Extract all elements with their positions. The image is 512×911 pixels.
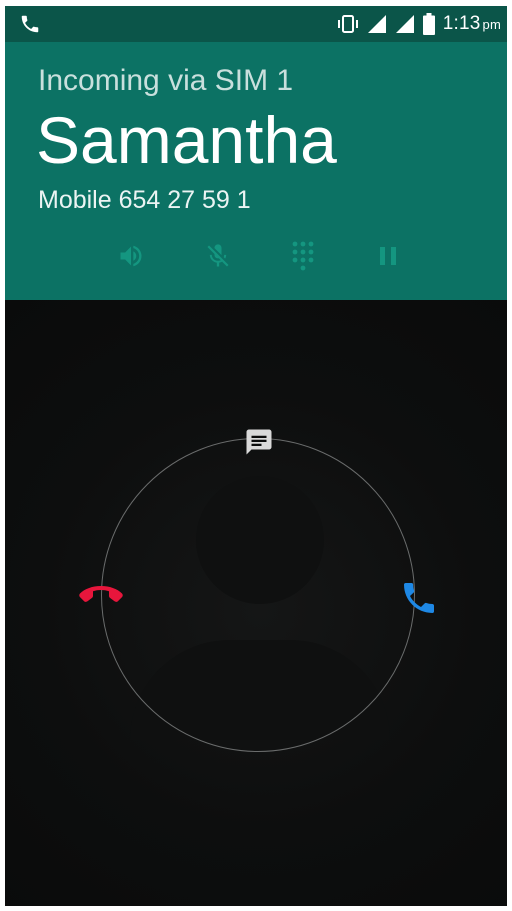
- incoming-label: Incoming via SIM 1: [38, 64, 294, 97]
- clock-time: 1:13: [442, 13, 481, 34]
- answer-call-icon: [399, 583, 439, 622]
- signal-icon: [367, 14, 387, 34]
- clock: 1:13 pm: [443, 13, 501, 35]
- mic-off-icon: [204, 242, 232, 274]
- status-bar: 1:13 pm: [5, 6, 507, 42]
- speaker-icon: [117, 242, 145, 274]
- phone-icon: [19, 13, 41, 35]
- answer-target[interactable]: [399, 578, 439, 618]
- battery-icon: [422, 13, 435, 35]
- caller-number: Mobile 654 27 59 1: [38, 186, 251, 214]
- pause-icon: [377, 245, 399, 271]
- vibrate-icon: [337, 14, 359, 34]
- incoming-call-screen: 1:13 pm Incoming via SIM 1 Samantha Mobil…: [5, 6, 507, 906]
- mute-button[interactable]: [198, 238, 238, 278]
- call-header: Incoming via SIM 1 Samantha Mobile 654 2…: [5, 42, 507, 300]
- clock-ampm: pm: [482, 17, 501, 32]
- message-target[interactable]: [243, 428, 275, 460]
- caller-name: Samantha: [36, 103, 337, 177]
- dialpad-button[interactable]: [283, 238, 323, 278]
- decline-target[interactable]: [77, 582, 125, 610]
- glowpad-ring[interactable]: [101, 438, 415, 752]
- speaker-button[interactable]: [111, 238, 151, 278]
- glowpad-area: [5, 300, 507, 906]
- hold-button[interactable]: [368, 238, 408, 278]
- message-icon: [244, 427, 274, 461]
- status-icons: 1:13 pm: [337, 6, 501, 42]
- signal-icon: [395, 14, 415, 34]
- decline-call-icon: [77, 586, 125, 614]
- call-controls: [5, 238, 507, 278]
- dialpad-icon: [290, 241, 316, 275]
